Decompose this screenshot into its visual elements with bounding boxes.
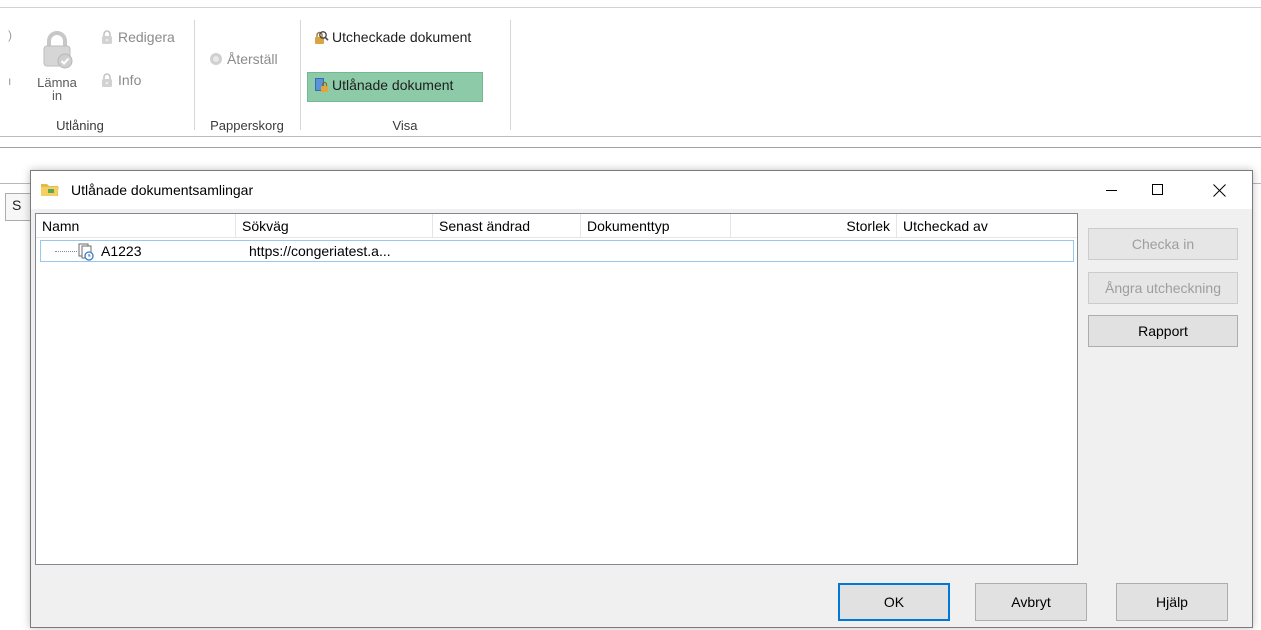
utlanade-label: Utlånade dokument — [332, 77, 454, 93]
restore-icon — [210, 53, 222, 65]
utlanade-dialog: Utlånade dokumentsamlingar Namn Sökväg S… — [30, 170, 1253, 628]
ok-button[interactable]: OK — [838, 583, 950, 621]
minimize-icon — [1106, 190, 1117, 191]
utcheckade-label: Utcheckade dokument — [332, 29, 472, 45]
info-button[interactable]: Info — [99, 72, 141, 88]
column-header-namn[interactable]: Namn — [36, 214, 236, 238]
hjalp-button[interactable]: Hjälp — [1116, 583, 1228, 621]
dialog-title: Utlånade dokumentsamlingar — [71, 182, 254, 198]
group-separator — [194, 20, 195, 130]
group-label-utlaning: Utlåning — [56, 118, 104, 133]
angra-utcheckning-button[interactable]: Ångra utcheckning — [1088, 272, 1238, 304]
utlanade-dokument-button[interactable]: Utlånade dokument — [313, 77, 453, 93]
redigera-label: Redigera — [118, 29, 175, 45]
column-header-senast-andrad[interactable]: Senast ändrad — [433, 214, 581, 238]
lamna-in-button[interactable]: Lämna in — [36, 76, 78, 102]
tree-connector — [55, 251, 77, 252]
close-icon — [1212, 183, 1226, 197]
group-separator — [510, 20, 511, 130]
document-collection-icon — [78, 243, 94, 261]
info-lock-icon — [102, 73, 112, 87]
minimize-button[interactable] — [1089, 171, 1135, 209]
document-list[interactable]: Namn Sökväg Senast ändrad Dokumenttyp St… — [35, 213, 1078, 565]
group-label-papperskorg: Papperskorg — [210, 118, 284, 133]
row-path: https://congeriatest.a... — [249, 243, 391, 259]
cut-off-icon: ) — [8, 28, 12, 42]
aterstall-label: Återställ — [227, 51, 278, 67]
rapport-button[interactable]: Rapport — [1088, 315, 1238, 347]
folder-icon — [41, 184, 59, 196]
checka-in-button[interactable]: Checka in — [1088, 228, 1238, 260]
book-lock-icon — [315, 78, 328, 92]
column-header-storlek[interactable]: Storlek — [731, 214, 897, 238]
redigera-button[interactable]: Redigera — [99, 29, 175, 45]
close-button[interactable] — [1196, 171, 1242, 209]
hjalp-label-start: H — [1156, 594, 1167, 610]
group-label-visa: Visa — [392, 118, 418, 133]
ribbon-bottom-border — [0, 136, 1261, 137]
aterstall-button[interactable]: Återställ — [208, 51, 278, 67]
column-header-dokumenttyp[interactable]: Dokumenttyp — [581, 214, 731, 238]
info-label: Info — [118, 72, 142, 88]
utcheckade-dokument-button[interactable]: Utcheckade dokument — [313, 29, 471, 45]
cut-off-icon: ı — [8, 74, 12, 88]
avbryt-button[interactable]: Avbryt — [975, 583, 1087, 621]
workspace-border — [0, 147, 1261, 148]
table-row[interactable]: A1223 https://congeriatest.a... — [40, 240, 1074, 262]
row-name: A1223 — [101, 243, 142, 259]
maximize-button[interactable] — [1135, 171, 1181, 209]
group-separator — [300, 20, 301, 130]
edit-lock-icon — [102, 30, 112, 44]
ribbon: ) ı Lämna in Redigera Info Utlåning Åter… — [0, 8, 1261, 133]
column-header-sokvag[interactable]: Sökväg — [236, 214, 433, 238]
maximize-icon — [1152, 184, 1163, 195]
search-lock-icon — [315, 31, 329, 44]
dialog-titlebar[interactable]: Utlånade dokumentsamlingar — [31, 171, 1252, 209]
hjalp-label-end: älp — [1169, 594, 1188, 610]
list-header: Namn Sökväg Senast ändrad Dokumenttyp St… — [36, 214, 1077, 238]
lock-icon — [43, 31, 73, 69]
column-header-utcheckad-av[interactable]: Utcheckad av — [897, 214, 1078, 238]
